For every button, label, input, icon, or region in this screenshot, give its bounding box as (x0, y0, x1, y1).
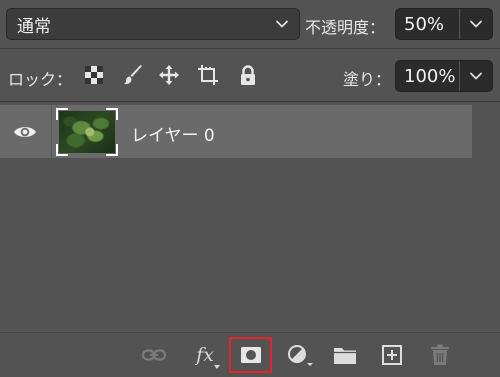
fx-button[interactable]: fx (190, 344, 220, 369)
link-icon[interactable] (141, 344, 167, 366)
chevron-down-icon (470, 20, 482, 28)
folder-icon[interactable] (333, 344, 357, 366)
lock-position-move-icon[interactable] (158, 64, 180, 86)
adjustment-layer-icon[interactable] (287, 344, 315, 366)
fx-icon: fx (196, 344, 214, 366)
fill-dropdown-button[interactable] (460, 69, 492, 83)
fill-field[interactable]: 100% (395, 60, 493, 92)
divider (51, 105, 52, 158)
opacity-label: 不透明度： (305, 18, 386, 37)
lock-transparent-pixels-icon[interactable] (83, 64, 105, 86)
layer-visibility-toggle[interactable] (0, 105, 50, 158)
layer-thumbnail[interactable] (56, 108, 118, 156)
scrollbar-track[interactable] (473, 102, 500, 332)
layers-panel: 通常 不透明度： 50% ロック： 塗り： 100% レイヤー 0 fx (0, 0, 500, 377)
chevron-down-icon (276, 20, 288, 28)
fill-value[interactable]: 100% (396, 66, 459, 87)
lock-all-icon[interactable] (237, 64, 259, 86)
lock-label: ロック： (8, 70, 73, 89)
trash-icon[interactable] (429, 344, 451, 366)
opacity-field[interactable]: 50% (395, 8, 493, 40)
layer-name[interactable]: レイヤー 0 (131, 121, 215, 146)
thumbnail-corner (106, 108, 118, 120)
thumbnail-corner (106, 144, 118, 156)
lock-artboard-icon[interactable] (197, 64, 219, 86)
new-layer-icon[interactable] (381, 344, 403, 366)
opacity-dropdown-button[interactable] (460, 17, 492, 31)
chevron-down-icon (470, 72, 482, 80)
dropdown-triangle-icon (214, 365, 220, 369)
divider (0, 332, 500, 333)
fill-label: 塗り： (343, 70, 392, 89)
divider (0, 101, 500, 102)
thumbnail-corner (56, 144, 68, 156)
thumbnail-corner (56, 108, 68, 120)
divider (0, 48, 500, 49)
lock-image-pixels-brush-icon[interactable] (122, 64, 144, 86)
blend-mode-value: 通常 (17, 16, 51, 37)
eye-icon (14, 126, 36, 137)
opacity-value[interactable]: 50% (396, 14, 459, 35)
highlight-box (229, 337, 272, 373)
blend-mode-select[interactable]: 通常 (6, 8, 300, 40)
layer-row[interactable]: レイヤー 0 (0, 105, 472, 158)
